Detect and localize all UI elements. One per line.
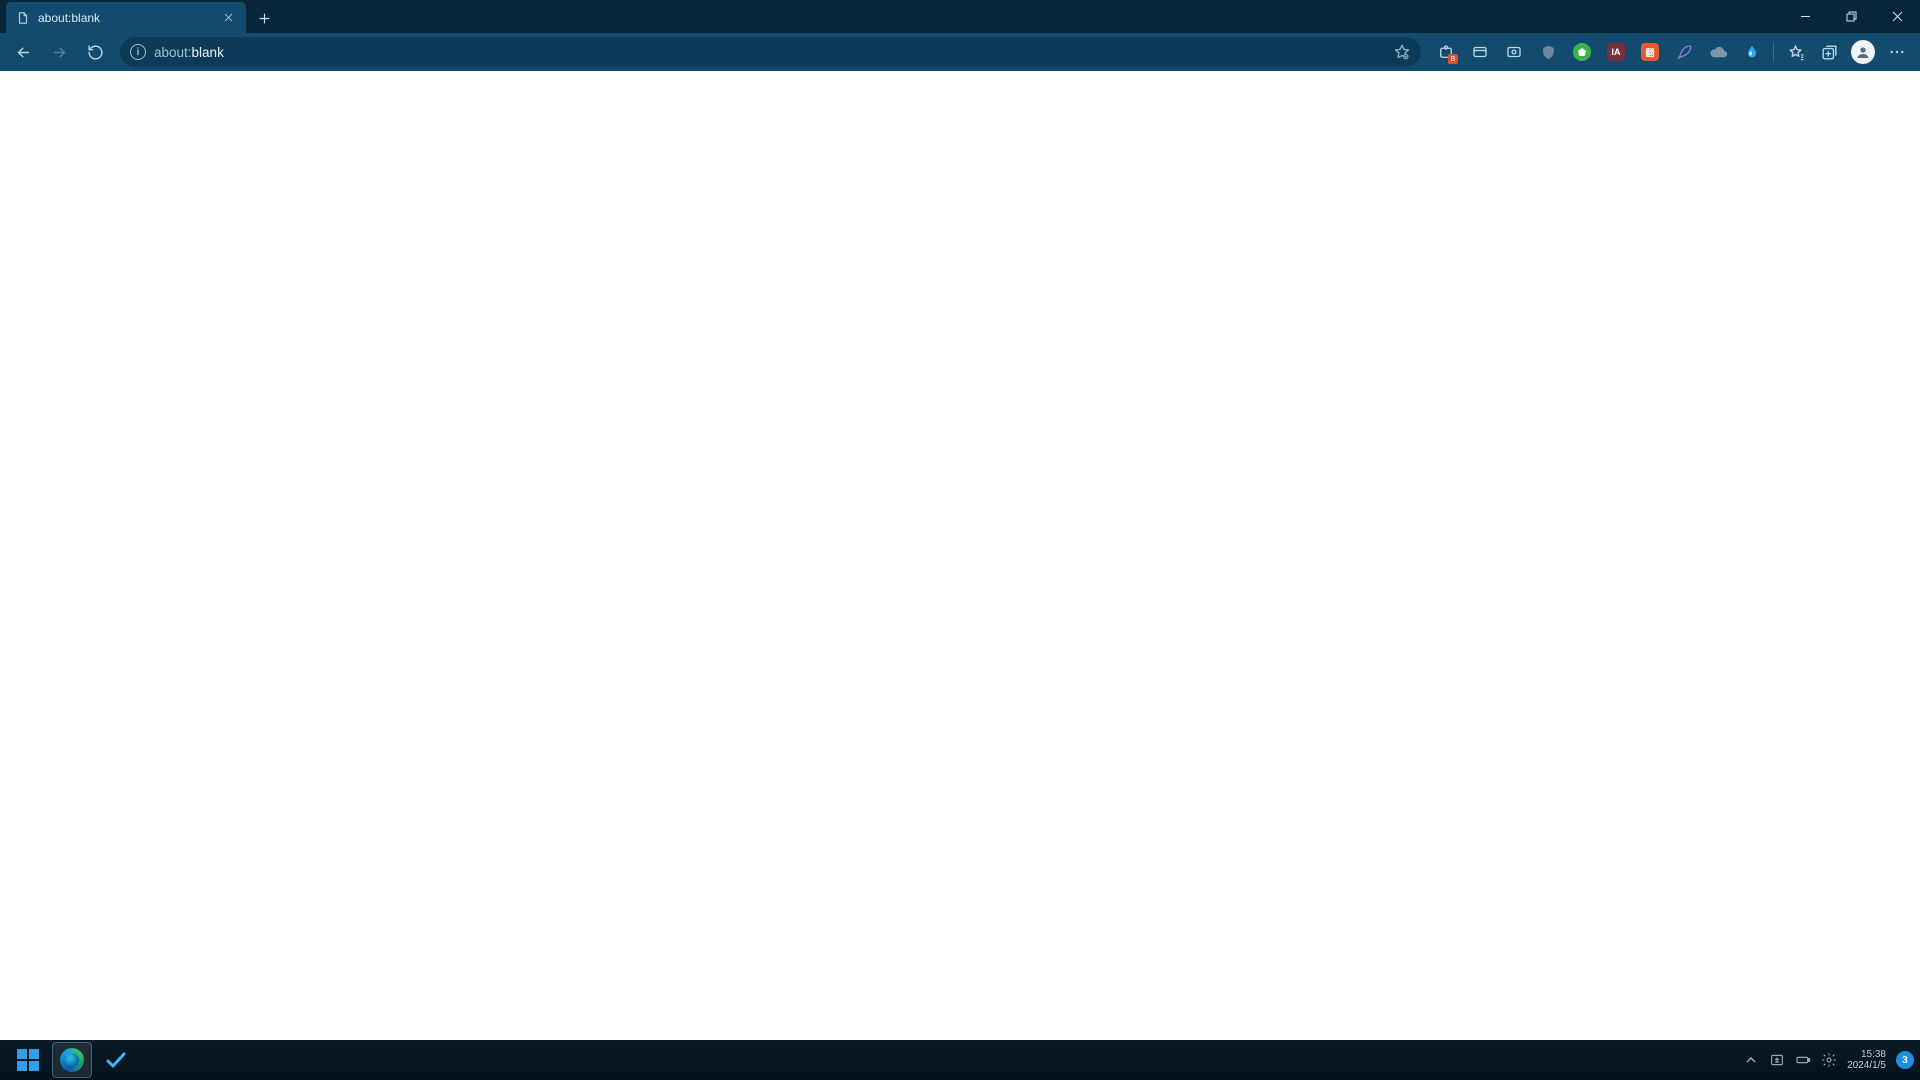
ellipsis-icon [1888,43,1906,61]
tray-ime-icon[interactable] [1769,1052,1785,1068]
edge-icon [60,1048,84,1072]
circle-n-icon [1573,43,1591,61]
url-prefix: about: [154,45,192,60]
extension-ia[interactable]: IA [1599,37,1633,67]
favorites-star-button[interactable] [1393,43,1411,61]
arrow-left-icon [15,44,32,61]
extension-drop[interactable] [1735,37,1769,67]
plus-icon [258,12,271,25]
window-controls [1782,0,1920,33]
extension-feather[interactable] [1667,37,1701,67]
collections-button[interactable] [1812,37,1846,67]
info-icon: i [137,47,140,58]
page-icon [16,11,30,25]
arrow-right-icon [51,44,68,61]
toolbar-right-cluster: B IA 翻 [1429,37,1914,67]
start-button[interactable] [8,1042,48,1078]
star-lines-icon [1786,43,1805,62]
extension-n-green[interactable] [1565,37,1599,67]
screenshot-icon [1505,43,1523,61]
tray-clock[interactable]: 15:38 2024/1/5 [1847,1049,1886,1071]
nav-refresh-button[interactable] [78,37,112,67]
favorites-button[interactable] [1778,37,1812,67]
checkmark-icon [104,1048,128,1072]
tab-strip: about:blank [0,0,1920,33]
profile-button[interactable] [1846,37,1880,67]
taskbar-app-edge[interactable] [52,1042,92,1078]
taskbar-app-todo[interactable] [96,1042,136,1078]
close-icon [1892,11,1903,22]
tab-title: about:blank [38,11,212,25]
tab-close-button[interactable] [220,10,236,26]
nav-forward-button[interactable] [42,37,76,67]
windows-taskbar: 15:38 2024/1/5 3 [0,1040,1920,1080]
nav-back-button[interactable] [6,37,40,67]
tray-time: 15:38 [1847,1049,1886,1060]
url-host: blank [192,45,224,60]
close-icon [223,12,234,23]
translate-icon: 翻 [1641,43,1659,61]
page-content-blank [0,71,1920,1040]
minimize-icon [1800,11,1811,22]
tray-battery-icon[interactable] [1795,1052,1811,1068]
cloud-icon [1709,43,1728,62]
tray-date: 2024/1/5 [1847,1060,1886,1071]
shield-icon [1540,44,1557,61]
extension-translate[interactable]: 翻 [1633,37,1667,67]
refresh-icon [87,44,104,61]
notif-count: 3 [1902,1055,1908,1066]
windows-logo-icon [17,1049,39,1071]
address-bar[interactable]: i about:blank [120,37,1421,67]
extension-cloud[interactable] [1701,37,1735,67]
taskbar-left [8,1042,136,1078]
person-icon [1855,44,1871,60]
window-minimize-button[interactable] [1782,0,1828,33]
drop-icon [1744,44,1760,60]
tray-settings-icon[interactable] [1821,1052,1837,1068]
site-info-button[interactable]: i [130,44,146,60]
app-menu-button[interactable] [1880,37,1914,67]
restore-icon [1846,11,1857,22]
ia-icon: IA [1607,43,1625,61]
browser-toolbar: i about:blank B IA 翻 [0,33,1920,71]
toolbar-separator [1773,42,1774,62]
browser-tab[interactable]: about:blank [6,2,246,33]
tray-chevron-up-icon[interactable] [1743,1052,1759,1068]
avatar [1851,40,1875,64]
wallet-icon [1471,43,1489,61]
extension-wallet[interactable] [1463,37,1497,67]
new-tab-button[interactable] [250,4,278,32]
window-restore-button[interactable] [1828,0,1874,33]
extension-shield[interactable] [1531,37,1565,67]
collections-icon [1820,43,1839,62]
extensions-button[interactable]: B [1429,37,1463,67]
address-url: about:blank [154,45,1385,60]
system-tray: 15:38 2024/1/5 3 [1743,1040,1914,1080]
extension-screenshot[interactable] [1497,37,1531,67]
window-close-button[interactable] [1874,0,1920,33]
tray-notifications-button[interactable]: 3 [1896,1051,1914,1069]
feather-icon [1675,43,1693,61]
extension-badge: B [1448,54,1458,64]
